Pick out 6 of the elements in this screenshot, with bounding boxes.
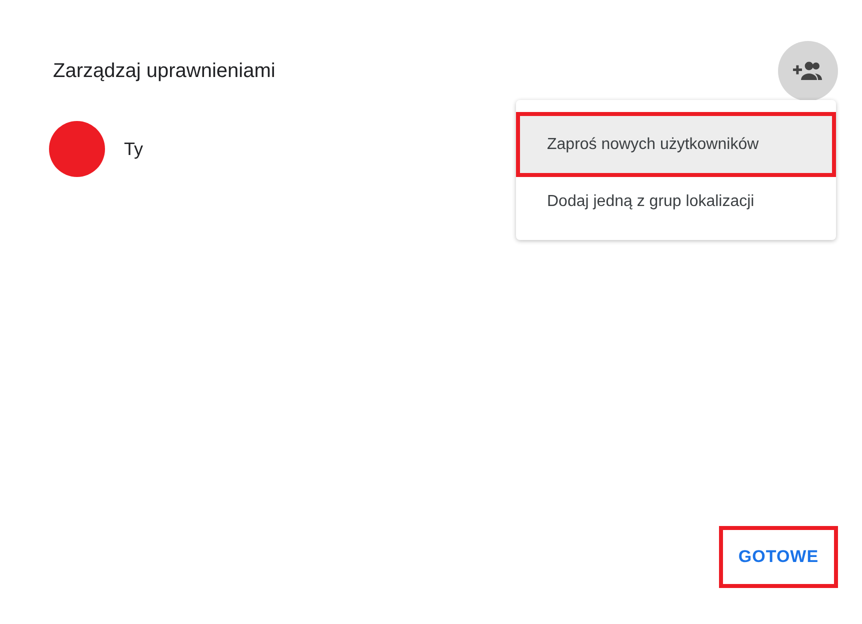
- menu-item[interactable]: Zaproś nowych użytkowników: [516, 112, 836, 177]
- done-button[interactable]: GOTOWE: [719, 526, 838, 588]
- dialog-title: Zarządzaj uprawnieniami: [53, 60, 276, 82]
- member-name: Ty: [124, 138, 144, 160]
- menu-item[interactable]: Dodaj jedną z grup lokalizacji: [516, 177, 836, 227]
- add-people-icon: [793, 61, 823, 81]
